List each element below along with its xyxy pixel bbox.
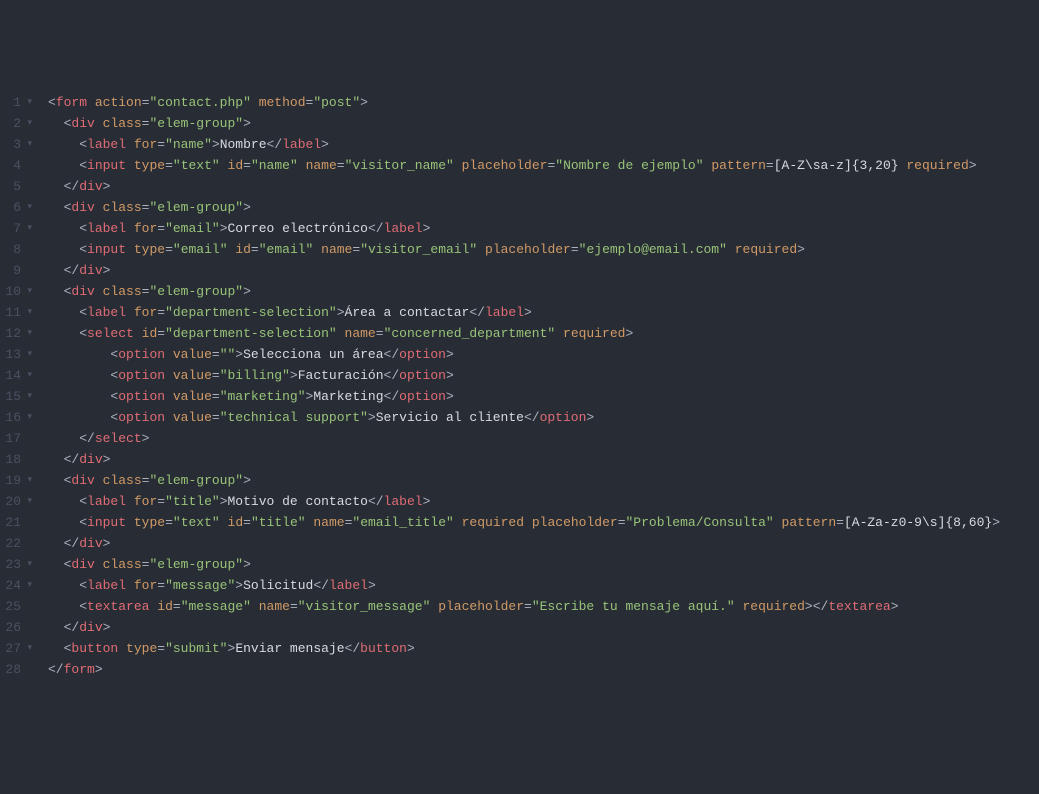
line-number: 6▾ bbox=[0, 197, 34, 218]
code-line[interactable]: <label for="message">Solicitud</label> bbox=[48, 575, 1039, 596]
fold-icon[interactable]: ▾ bbox=[24, 554, 32, 575]
code-line[interactable]: <label for="department-selection">Área a… bbox=[48, 302, 1039, 323]
line-number: 1▾ bbox=[0, 92, 34, 113]
code-line[interactable]: </select> bbox=[48, 428, 1039, 449]
line-number: 5 bbox=[0, 176, 34, 197]
fold-icon[interactable]: ▾ bbox=[24, 134, 32, 155]
code-line[interactable]: <label for="email">Correo electrónico</l… bbox=[48, 218, 1039, 239]
line-number: 28 bbox=[0, 659, 34, 680]
code-line[interactable]: <div class="elem-group"> bbox=[48, 281, 1039, 302]
line-number: 16▾ bbox=[0, 407, 34, 428]
line-number: 13▾ bbox=[0, 344, 34, 365]
code-line[interactable]: <label for="name">Nombre</label> bbox=[48, 134, 1039, 155]
line-number: 24▾ bbox=[0, 575, 34, 596]
fold-icon[interactable]: ▾ bbox=[24, 302, 32, 323]
fold-icon[interactable]: ▾ bbox=[24, 197, 32, 218]
line-number: 15▾ bbox=[0, 386, 34, 407]
fold-icon[interactable]: ▾ bbox=[24, 638, 32, 659]
code-line[interactable]: <option value="">Selecciona un área</opt… bbox=[48, 344, 1039, 365]
code-line[interactable]: </form> bbox=[48, 659, 1039, 680]
fold-icon[interactable]: ▾ bbox=[24, 344, 32, 365]
code-line[interactable]: </div> bbox=[48, 617, 1039, 638]
code-line[interactable]: </div> bbox=[48, 533, 1039, 554]
fold-icon[interactable]: ▾ bbox=[24, 407, 32, 428]
line-number: 12▾ bbox=[0, 323, 34, 344]
line-number: 20▾ bbox=[0, 491, 34, 512]
code-line[interactable]: <div class="elem-group"> bbox=[48, 554, 1039, 575]
code-area[interactable]: <form action="contact.php" method="post"… bbox=[38, 84, 1039, 689]
code-line[interactable]: <textarea id="message" name="visitor_mes… bbox=[48, 596, 1039, 617]
line-number: 9 bbox=[0, 260, 34, 281]
fold-icon[interactable]: ▾ bbox=[24, 113, 32, 134]
line-number: 7▾ bbox=[0, 218, 34, 239]
code-line[interactable]: <button type="submit">Enviar mensaje</bu… bbox=[48, 638, 1039, 659]
fold-icon[interactable]: ▾ bbox=[24, 491, 32, 512]
fold-icon[interactable]: ▾ bbox=[24, 365, 32, 386]
line-number: 19▾ bbox=[0, 470, 34, 491]
line-number: 2▾ bbox=[0, 113, 34, 134]
line-number: 18 bbox=[0, 449, 34, 470]
line-number: 14▾ bbox=[0, 365, 34, 386]
fold-icon[interactable]: ▾ bbox=[24, 575, 32, 596]
line-number: 23▾ bbox=[0, 554, 34, 575]
fold-icon[interactable]: ▾ bbox=[24, 92, 32, 113]
code-line[interactable]: <input type="email" id="email" name="vis… bbox=[48, 239, 1039, 260]
fold-icon[interactable]: ▾ bbox=[24, 281, 32, 302]
line-number: 3▾ bbox=[0, 134, 34, 155]
line-number: 25 bbox=[0, 596, 34, 617]
code-line[interactable]: <div class="elem-group"> bbox=[48, 113, 1039, 134]
code-line[interactable]: </div> bbox=[48, 449, 1039, 470]
line-number: 11▾ bbox=[0, 302, 34, 323]
line-number-gutter: 1▾2▾3▾456▾7▾8910▾11▾12▾13▾14▾15▾16▾17181… bbox=[0, 84, 38, 689]
fold-icon[interactable]: ▾ bbox=[24, 386, 32, 407]
code-line[interactable]: <label for="title">Motivo de contacto</l… bbox=[48, 491, 1039, 512]
fold-icon[interactable]: ▾ bbox=[24, 470, 32, 491]
line-number: 4 bbox=[0, 155, 34, 176]
code-line[interactable]: <div class="elem-group"> bbox=[48, 197, 1039, 218]
code-line[interactable]: </div> bbox=[48, 176, 1039, 197]
code-line[interactable]: </div> bbox=[48, 260, 1039, 281]
line-number: 21 bbox=[0, 512, 34, 533]
code-line[interactable]: <option value="technical support">Servic… bbox=[48, 407, 1039, 428]
line-number: 8 bbox=[0, 239, 34, 260]
line-number: 17 bbox=[0, 428, 34, 449]
code-line[interactable]: <option value="billing">Facturación</opt… bbox=[48, 365, 1039, 386]
code-line[interactable]: <option value="marketing">Marketing</opt… bbox=[48, 386, 1039, 407]
code-line[interactable]: <form action="contact.php" method="post"… bbox=[48, 92, 1039, 113]
code-line[interactable]: <input type="text" id="name" name="visit… bbox=[48, 155, 1039, 176]
code-editor: 1▾2▾3▾456▾7▾8910▾11▾12▾13▾14▾15▾16▾17181… bbox=[0, 84, 1039, 689]
fold-icon[interactable]: ▾ bbox=[24, 323, 32, 344]
line-number: 22 bbox=[0, 533, 34, 554]
line-number: 26 bbox=[0, 617, 34, 638]
fold-icon[interactable]: ▾ bbox=[24, 218, 32, 239]
code-line[interactable]: <select id="department-selection" name="… bbox=[48, 323, 1039, 344]
code-line[interactable]: <input type="text" id="title" name="emai… bbox=[48, 512, 1039, 533]
code-line[interactable]: <div class="elem-group"> bbox=[48, 470, 1039, 491]
line-number: 27▾ bbox=[0, 638, 34, 659]
line-number: 10▾ bbox=[0, 281, 34, 302]
